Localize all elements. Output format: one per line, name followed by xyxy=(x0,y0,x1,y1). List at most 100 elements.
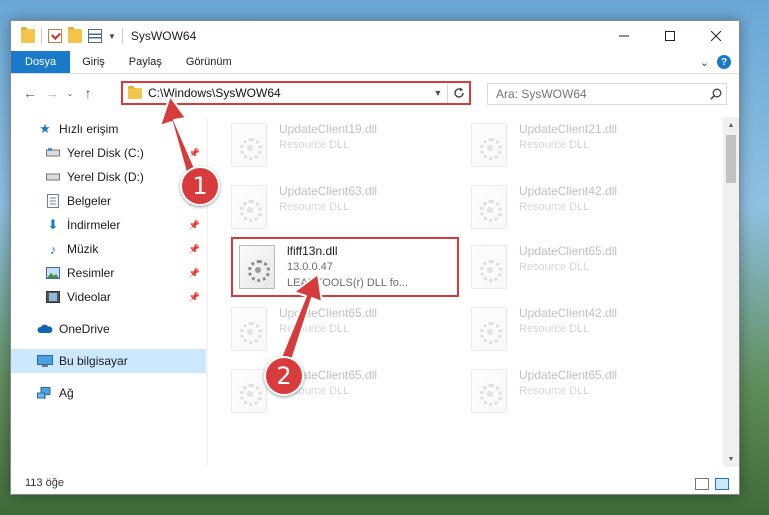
film-icon xyxy=(45,290,61,304)
file-name: UpdateClient63.dll xyxy=(279,184,378,198)
file-description: Resource DLL xyxy=(519,385,590,397)
forward-arrow-icon[interactable]: → xyxy=(41,85,63,101)
tab-share[interactable]: Paylaş xyxy=(117,51,174,73)
file-tile[interactable]: UpdateClient19.dll Resource DLL xyxy=(231,117,461,175)
music-note-icon: ♪ xyxy=(49,241,57,257)
toolbar-divider xyxy=(121,28,123,44)
network-icon xyxy=(37,386,53,400)
properties-check-icon[interactable] xyxy=(48,29,62,43)
dll-file-icon xyxy=(239,245,275,289)
chevron-down-icon[interactable]: ▼ xyxy=(108,32,116,41)
scrollbar-thumb[interactable] xyxy=(726,135,736,183)
sidebar-item-local-disk-c[interactable]: Yerel Disk (C:) 📌 xyxy=(11,141,206,165)
new-folder-icon[interactable] xyxy=(68,27,82,43)
sidebar-item-this-pc[interactable]: Bu bilgisayar xyxy=(11,349,206,373)
help-icon[interactable]: ? xyxy=(717,55,731,69)
search-icon[interactable] xyxy=(706,84,726,104)
search-box[interactable] xyxy=(487,83,727,105)
sidebar-item-label: Bu bilgisayar xyxy=(59,354,128,368)
sidebar-item-downloads[interactable]: ⬇ İndirmeler 📌 xyxy=(11,213,206,237)
pin-icon[interactable]: 📌 xyxy=(189,220,200,231)
close-icon xyxy=(711,31,721,41)
file-tile[interactable]: UpdateClient42.dll Resource DLL xyxy=(471,179,701,237)
address-bar[interactable]: C:\Windows\SysWOW64 ▼ xyxy=(121,81,471,105)
sidebar-item-network[interactable]: Ağ xyxy=(11,381,206,405)
maximize-button[interactable] xyxy=(647,21,693,51)
maximize-icon xyxy=(665,31,675,41)
dll-file-icon xyxy=(471,123,507,167)
file-name: UpdateClient65.dll xyxy=(519,368,618,382)
sidebar-item-label: İndirmeler xyxy=(67,218,121,232)
file-description: LEADTOOLS(r) DLL fo... xyxy=(287,277,409,289)
vertical-scrollbar[interactable]: ▲ ▼ xyxy=(723,117,739,467)
sidebar-item-pictures[interactable]: Resimler 📌 xyxy=(11,261,206,285)
dll-file-icon xyxy=(471,307,507,351)
view-toggle xyxy=(695,478,729,490)
dll-file-icon xyxy=(231,185,267,229)
file-description: Resource DLL xyxy=(279,323,350,335)
sidebar-item-label: Belgeler xyxy=(67,194,112,208)
sidebar-item-label: Ağ xyxy=(59,386,74,400)
file-name: UpdateClient65.dll xyxy=(279,306,378,320)
picture-icon xyxy=(45,266,61,280)
star-icon: ★ xyxy=(39,121,51,136)
customize-toolbar-icon[interactable] xyxy=(88,29,102,43)
up-arrow-icon[interactable]: ↑ xyxy=(77,85,99,101)
sidebar-item-onedrive[interactable]: OneDrive xyxy=(11,317,206,341)
scroll-down-icon[interactable]: ▼ xyxy=(723,451,739,467)
file-description: Resource DLL xyxy=(519,323,590,335)
file-description: Resource DLL xyxy=(279,139,350,151)
tiles-view-icon[interactable] xyxy=(715,478,729,490)
file-tile[interactable]: UpdateClient63.dll Resource DLL xyxy=(231,179,461,237)
file-tile[interactable]: UpdateClient65.dll Resource DLL xyxy=(231,301,461,359)
pin-icon[interactable]: 📌 xyxy=(189,292,200,303)
sidebar-item-music[interactable]: ♪ Müzik 📌 xyxy=(11,237,206,261)
folder-icon xyxy=(21,27,35,43)
dll-file-icon xyxy=(471,245,507,289)
sidebar-item-label: Videolar xyxy=(67,290,111,304)
file-tile[interactable]: UpdateClient21.dll Resource DLL xyxy=(471,117,701,175)
refresh-button[interactable] xyxy=(447,83,469,103)
chevron-down-icon[interactable]: ▼ xyxy=(429,88,447,98)
file-description: Resource DLL xyxy=(519,139,590,151)
expand-ribbon-icon[interactable]: ⌄ xyxy=(700,56,709,69)
pin-icon[interactable]: 📌 xyxy=(189,148,200,159)
sidebar-item-local-disk-d[interactable]: Yerel Disk (D:) 📌 xyxy=(11,165,206,189)
minimize-button[interactable] xyxy=(601,21,647,51)
file-tile[interactable]: UpdateClient42.dll Resource DLL xyxy=(471,301,701,359)
sidebar-item-label: OneDrive xyxy=(59,322,110,336)
recent-locations-icon[interactable]: ⌄ xyxy=(63,89,77,98)
tab-view[interactable]: Görünüm xyxy=(174,51,244,73)
cloud-icon xyxy=(37,322,53,336)
pin-icon[interactable]: 📌 xyxy=(189,268,200,279)
pin-icon[interactable]: 📌 xyxy=(189,244,200,255)
details-view-icon[interactable] xyxy=(695,478,709,490)
drive-icon xyxy=(45,146,61,160)
sidebar-item-label: Resimler xyxy=(67,266,115,280)
tab-home[interactable]: Giriş xyxy=(70,51,117,73)
navigation-pane: ★ Hızlı erişim Yerel Disk (C:) 📌 Yerel D… xyxy=(11,117,206,467)
address-path: C:\Windows\SysWOW64 xyxy=(148,86,281,100)
window-controls xyxy=(601,21,739,51)
title-bar: ▼ SysWOW64 xyxy=(11,21,739,51)
file-tile[interactable]: UpdateClient65.dll Resource DLL xyxy=(471,239,701,297)
file-name: UpdateClient42.dll xyxy=(519,184,618,198)
sidebar-item-videos[interactable]: Videolar 📌 xyxy=(11,285,206,309)
file-tile[interactable]: UpdateClient65.dll Resource DLL xyxy=(471,363,701,421)
explorer-window: ▼ SysWOW64 Dosya Giriş Paylaş Görünüm ⌄ … xyxy=(10,20,740,495)
scroll-up-icon[interactable]: ▲ xyxy=(723,117,739,133)
search-input[interactable] xyxy=(496,87,706,101)
sidebar-item-documents[interactable]: Belgeler 📌 xyxy=(11,189,206,213)
sidebar-item-label: Müzik xyxy=(67,242,99,256)
computer-icon xyxy=(37,354,53,368)
quick-access-toolbar: ▼ xyxy=(21,27,123,44)
file-name: UpdateClient19.dll xyxy=(279,122,378,136)
file-tile-selected[interactable]: lfiff13n.dll 13.0.0.47 LEADTOOLS(r) DLL … xyxy=(231,237,459,297)
close-button[interactable] xyxy=(693,21,739,51)
back-arrow-icon[interactable]: ← xyxy=(19,85,41,101)
tab-file[interactable]: Dosya xyxy=(11,51,71,73)
sidebar-item-quick-access[interactable]: ★ Hızlı erişim xyxy=(11,117,206,141)
dll-file-icon xyxy=(471,369,507,413)
download-arrow-icon: ⬇ xyxy=(47,217,59,232)
file-list: UpdateClient19.dll Resource DLL UpdateCli… xyxy=(221,117,716,467)
